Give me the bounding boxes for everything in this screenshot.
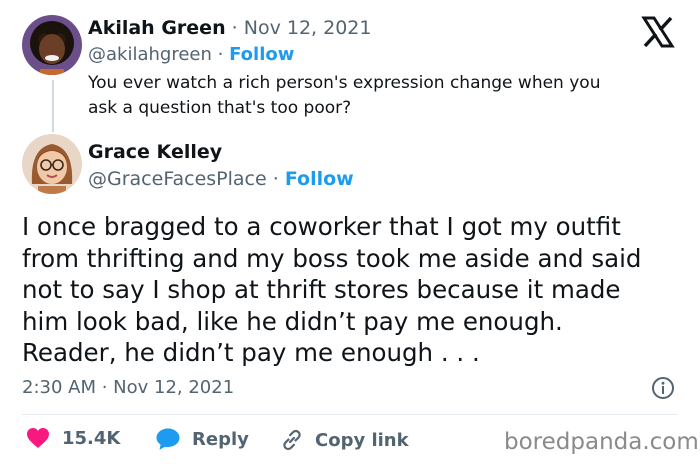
akilah-follow-button[interactable]: Follow bbox=[229, 44, 294, 65]
link-icon bbox=[283, 429, 301, 451]
reply-button[interactable]: Reply bbox=[155, 427, 249, 451]
x-logo-icon[interactable] bbox=[640, 14, 680, 54]
avatar-grace-image bbox=[22, 134, 82, 194]
grace-follow-button[interactable]: Follow bbox=[285, 168, 354, 190]
heart-icon bbox=[27, 428, 49, 448]
akilah-dot: · bbox=[231, 17, 238, 39]
boredpanda-watermark: boredpanda.com bbox=[504, 429, 699, 455]
akilah-date[interactable]: Nov 12, 2021 bbox=[244, 17, 372, 39]
tweet-text-line: I once bragged to a coworker that I got … bbox=[22, 212, 621, 241]
grace-handle[interactable]: @GraceFacesPlace bbox=[88, 168, 267, 190]
tweet-text-line: from thrifting and my boss took me aside… bbox=[22, 243, 642, 273]
reply-label: Reply bbox=[192, 428, 249, 450]
akilah-handle[interactable]: @akilahgreen bbox=[88, 44, 212, 65]
avatar-akilah-image bbox=[22, 15, 82, 75]
akilah-text-line: You ever watch a rich person's expressio… bbox=[88, 73, 601, 93]
like-count: 15.4K bbox=[62, 427, 121, 449]
grace-handle-dot: · bbox=[272, 168, 279, 190]
tweet-text-line: him look bad, like he didn’t pay me enou… bbox=[22, 306, 563, 336]
copy-link-label: Copy link bbox=[315, 429, 409, 451]
akilah-name[interactable]: Akilah Green bbox=[88, 17, 226, 39]
actions-divider bbox=[22, 414, 678, 415]
copy-link-button[interactable]: Copy link bbox=[279, 427, 409, 453]
avatar-grace[interactable] bbox=[22, 134, 82, 194]
tweet-text-line: not to say I shop at thrift stores becau… bbox=[22, 275, 621, 304]
grace-name[interactable]: Grace Kelley bbox=[88, 141, 222, 163]
info-icon[interactable] bbox=[651, 376, 675, 400]
tweet-timestamp[interactable]: 2:30 AM · Nov 12, 2021 bbox=[22, 377, 234, 398]
grace-tweet-text: I once bragged to a coworker that I got … bbox=[22, 211, 642, 369]
reply-bubble-icon bbox=[156, 428, 180, 450]
avatar-akilah[interactable] bbox=[22, 15, 82, 75]
tweet-text-line: Reader, he didn’t pay me enough . . . bbox=[22, 338, 480, 367]
akilah-tweet-text: You ever watch a rich person's expressio… bbox=[88, 71, 600, 121]
akilah-handle-dot: · bbox=[217, 44, 224, 65]
like-button[interactable]: 15.4K bbox=[26, 427, 120, 449]
thread-connector-line bbox=[52, 80, 54, 132]
akilah-text-line: ask a question that's too poor? bbox=[88, 98, 352, 118]
